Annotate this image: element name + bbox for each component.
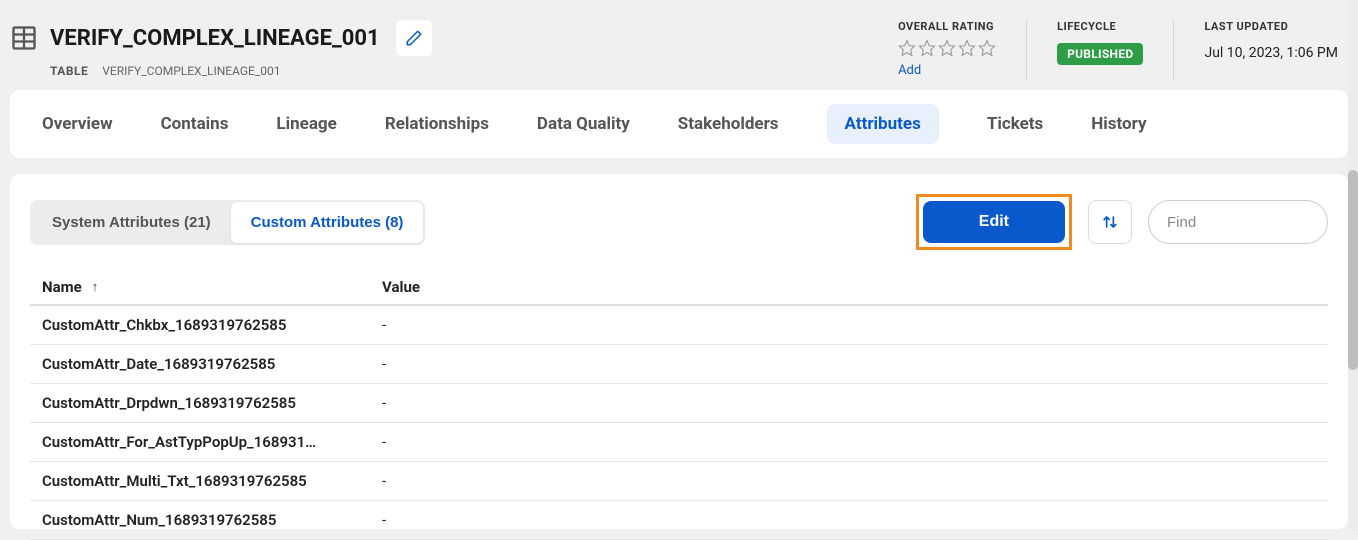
meta-separator: [1173, 20, 1174, 80]
attributes-toggle: System Attributes (21) Custom Attributes…: [30, 200, 425, 245]
table-row[interactable]: CustomAttr_Drpdwn_1689319762585 -: [30, 384, 1328, 423]
page-header: VERIFY_COMPLEX_LINEAGE_001 TABLE VERIFY_…: [0, 0, 1358, 90]
sort-icon: [1100, 212, 1120, 232]
cell-value: -: [382, 433, 1316, 451]
meta-separator: [1026, 20, 1027, 80]
column-header-name[interactable]: Name ↑: [42, 278, 382, 296]
cell-value: -: [382, 316, 1316, 334]
table-row[interactable]: CustomAttr_Multi_Txt_1689319762585 -: [30, 462, 1328, 501]
controls-row: System Attributes (21) Custom Attributes…: [30, 194, 1328, 250]
tab-lineage[interactable]: Lineage: [276, 114, 336, 134]
cell-value: -: [382, 394, 1316, 412]
cell-name: CustomAttr_Drpdwn_1689319762585: [42, 394, 382, 412]
asset-type-label: TABLE: [50, 64, 88, 78]
cell-name: CustomAttr_Multi_Txt_1689319762585: [42, 472, 382, 490]
sort-button[interactable]: [1088, 200, 1132, 244]
scrollbar-thumb[interactable]: [1348, 170, 1358, 370]
attributes-table: Name ↑ Value CustomAttr_Chkbx_1689319762…: [30, 270, 1328, 540]
toggle-custom-attributes[interactable]: Custom Attributes (8): [231, 202, 424, 243]
tab-tickets[interactable]: Tickets: [987, 114, 1043, 134]
header-right: OVERALL RATING Add LIFECYCLE PUBLISHED L…: [898, 20, 1338, 80]
updated-value: Jul 10, 2023, 1:06 PM: [1204, 45, 1338, 61]
rating-stars[interactable]: [898, 39, 996, 57]
updated-block: LAST UPDATED Jul 10, 2023, 1:06 PM: [1204, 20, 1338, 61]
lifecycle-badge: PUBLISHED: [1057, 43, 1143, 65]
tabs-bar: Overview Contains Lineage Relationships …: [10, 90, 1348, 158]
tab-attributes[interactable]: Attributes: [827, 104, 939, 144]
asset-name-label: VERIFY_COMPLEX_LINEAGE_001: [102, 64, 280, 78]
title-row: VERIFY_COMPLEX_LINEAGE_001: [50, 20, 432, 56]
star-icon: [918, 39, 936, 57]
toggle-system-attributes[interactable]: System Attributes (21): [32, 202, 231, 243]
updated-label: LAST UPDATED: [1204, 20, 1338, 33]
table-row[interactable]: CustomAttr_Date_1689319762585 -: [30, 345, 1328, 384]
title-block: VERIFY_COMPLEX_LINEAGE_001 TABLE VERIFY_…: [50, 20, 432, 78]
star-icon: [958, 39, 976, 57]
table-row[interactable]: CustomAttr_Num_1689319762585 -: [30, 501, 1328, 540]
edit-button[interactable]: Edit: [923, 201, 1065, 243]
right-controls: Edit: [916, 194, 1328, 250]
pencil-icon: [405, 29, 423, 47]
add-rating-link[interactable]: Add: [898, 63, 996, 78]
column-header-value[interactable]: Value: [382, 278, 1316, 296]
sort-asc-icon: ↑: [92, 279, 99, 295]
tab-history[interactable]: History: [1091, 114, 1146, 134]
edit-highlight: Edit: [916, 194, 1072, 250]
tab-stakeholders[interactable]: Stakeholders: [678, 114, 779, 134]
lifecycle-label: LIFECYCLE: [1057, 20, 1143, 33]
column-name-label: Name: [42, 278, 82, 296]
edit-title-button[interactable]: [396, 20, 432, 56]
cell-name: CustomAttr_Chkbx_1689319762585: [42, 316, 382, 334]
star-icon: [938, 39, 956, 57]
rating-block: OVERALL RATING Add: [898, 20, 996, 78]
cell-name: CustomAttr_For_AstTypPopUp_168931…: [42, 433, 382, 451]
breadcrumb: TABLE VERIFY_COMPLEX_LINEAGE_001: [50, 64, 432, 78]
tab-relationships[interactable]: Relationships: [385, 114, 489, 134]
cell-name: CustomAttr_Num_1689319762585: [42, 511, 382, 529]
tab-data-quality[interactable]: Data Quality: [537, 114, 630, 134]
header-left: VERIFY_COMPLEX_LINEAGE_001 TABLE VERIFY_…: [10, 20, 888, 78]
table-row[interactable]: CustomAttr_For_AstTypPopUp_168931… -: [30, 423, 1328, 462]
tab-overview[interactable]: Overview: [42, 114, 113, 134]
rating-label: OVERALL RATING: [898, 20, 996, 33]
star-icon: [978, 39, 996, 57]
cell-name: CustomAttr_Date_1689319762585: [42, 355, 382, 373]
tab-contains[interactable]: Contains: [161, 114, 229, 134]
lifecycle-block: LIFECYCLE PUBLISHED: [1057, 20, 1143, 65]
page-title: VERIFY_COMPLEX_LINEAGE_001: [50, 26, 380, 51]
table-icon: [10, 24, 38, 52]
table-row[interactable]: CustomAttr_Chkbx_1689319762585 -: [30, 306, 1328, 345]
star-icon: [898, 39, 916, 57]
cell-value: -: [382, 472, 1316, 490]
table-header: Name ↑ Value: [30, 270, 1328, 306]
find-input[interactable]: [1148, 200, 1328, 244]
attributes-panel: System Attributes (21) Custom Attributes…: [10, 174, 1348, 529]
cell-value: -: [382, 511, 1316, 529]
cell-value: -: [382, 355, 1316, 373]
scrollbar-track[interactable]: [1348, 0, 1358, 531]
